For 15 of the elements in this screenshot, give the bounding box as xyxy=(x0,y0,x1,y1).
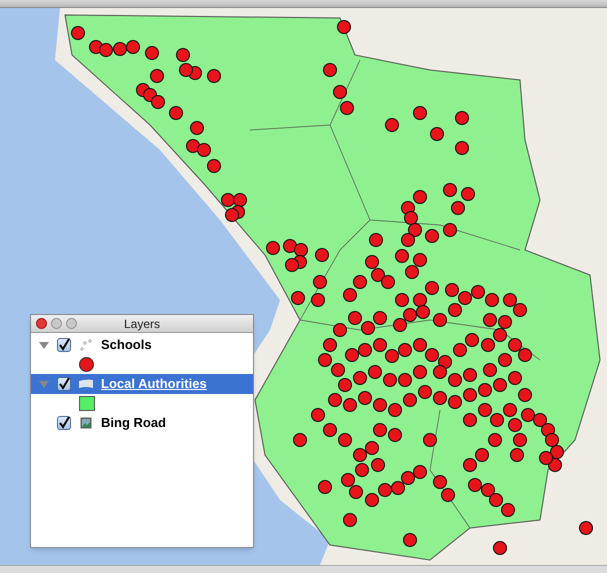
layer-checkbox[interactable] xyxy=(57,377,71,391)
layer-checkbox[interactable] xyxy=(57,416,71,430)
points-icon xyxy=(79,339,93,351)
disclosure-triangle-icon[interactable] xyxy=(39,340,49,350)
layer-name[interactable]: Schools xyxy=(101,335,152,355)
layer-row[interactable]: Local Authorities xyxy=(31,374,253,394)
layer-row[interactable]: Schools xyxy=(31,335,253,355)
layer-name[interactable]: Bing Road xyxy=(101,413,166,433)
window-title: Layers xyxy=(124,316,160,332)
layer-checkbox[interactable] xyxy=(57,338,71,352)
image-icon xyxy=(80,417,92,429)
polygon-icon xyxy=(78,379,94,389)
layer-row[interactable]: Bing Road xyxy=(31,413,253,433)
close-button[interactable] xyxy=(36,318,47,329)
layer-name[interactable]: Local Authorities xyxy=(101,374,207,394)
